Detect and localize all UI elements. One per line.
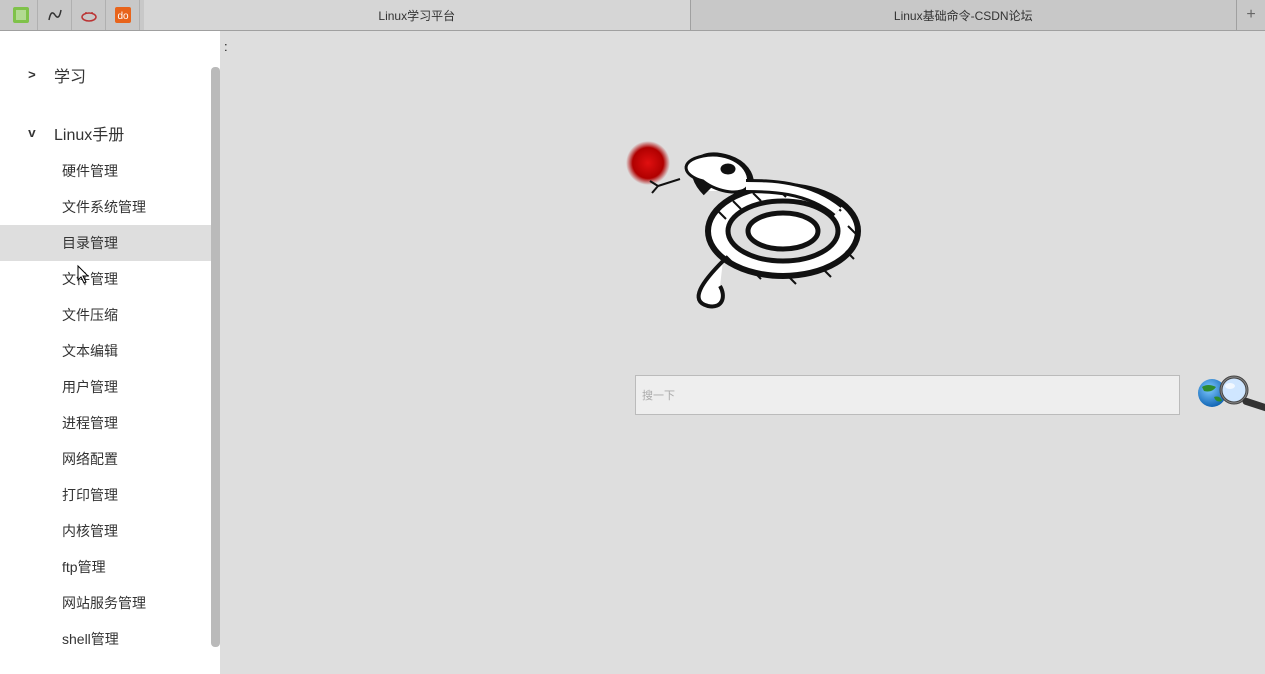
chevron-right-icon: >: [28, 68, 42, 83]
globe-magnifier-icon: [1194, 373, 1265, 413]
sidebar-header-study[interactable]: > 学习: [0, 55, 220, 95]
sidebar-item-label: 文件管理: [62, 271, 118, 287]
sidebar-item-network[interactable]: 网络配置: [0, 441, 220, 477]
sidebar-item-label: 文本编辑: [62, 343, 118, 359]
search-button[interactable]: [1192, 367, 1265, 419]
sidebar-section-linux-manual: v Linux手册 硬件管理 文件系统管理 目录管理 文件管理 文件压缩 文本编…: [0, 113, 220, 657]
sidebar-item-label: shell管理: [62, 631, 119, 647]
browser-tabstrip: do Linux学习平台 Linux基础命令-CSDN论坛 +: [0, 0, 1265, 31]
sidebar-item-label: ftp管理: [62, 559, 106, 575]
sidebar-section-label: 学习: [54, 63, 86, 87]
sidebar-item-label: 网络配置: [62, 451, 118, 467]
search-input[interactable]: [642, 388, 1173, 402]
sidebar-item-compress[interactable]: 文件压缩: [0, 297, 220, 333]
sidebar-item-label: 文件压缩: [62, 307, 118, 323]
main-content: :: [220, 31, 1265, 674]
chevron-down-icon: v: [28, 126, 42, 141]
sidebar-item-website[interactable]: 网站服务管理: [0, 585, 220, 621]
sidebar-item-label: 用户管理: [62, 379, 118, 395]
toolbar-icon-4[interactable]: do: [106, 0, 140, 30]
sidebar-item-label: 目录管理: [62, 235, 118, 251]
new-tab-button[interactable]: +: [1237, 0, 1265, 30]
toolbar-icon-1[interactable]: [4, 0, 38, 30]
sidebar-item-list: 硬件管理 文件系统管理 目录管理 文件管理 文件压缩 文本编辑 用户管理 进程管…: [0, 153, 220, 657]
sidebar-section-study: > 学习: [0, 55, 220, 95]
sidebar-item-label: 文件系统管理: [62, 199, 146, 215]
sidebar-item-shell[interactable]: shell管理: [0, 621, 220, 657]
toolbar-icon-3[interactable]: [72, 0, 106, 30]
tab-title: Linux学习平台: [378, 7, 455, 24]
sidebar-item-text-edit[interactable]: 文本编辑: [0, 333, 220, 369]
sidebar-item-user[interactable]: 用户管理: [0, 369, 220, 405]
sidebar-item-label: 网站服务管理: [62, 595, 146, 611]
plus-icon: +: [1246, 6, 1255, 24]
sidebar-item-label: 内核管理: [62, 523, 118, 539]
sidebar-item-label: 打印管理: [62, 487, 118, 503]
sidebar-item-label: 硬件管理: [62, 163, 118, 179]
sidebar-item-label: 进程管理: [62, 415, 118, 431]
sidebar-item-filesystem[interactable]: 文件系统管理: [0, 189, 220, 225]
sidebar-item-kernel[interactable]: 内核管理: [0, 513, 220, 549]
sidebar-item-process[interactable]: 进程管理: [0, 405, 220, 441]
search-box[interactable]: [635, 375, 1180, 415]
tab-title: Linux基础命令-CSDN论坛: [894, 7, 1033, 24]
toolbar-icon-group: do: [0, 0, 144, 30]
tab-list: Linux学习平台 Linux基础命令-CSDN论坛: [144, 0, 1237, 30]
sidebar-item-print[interactable]: 打印管理: [0, 477, 220, 513]
browser-tab-1[interactable]: Linux基础命令-CSDN论坛: [691, 0, 1238, 30]
app-body: > 学习 v Linux手册 硬件管理 文件系统管理 目录管理 文件管理 文件压…: [0, 31, 1265, 674]
sidebar-header-linux-manual[interactable]: v Linux手册: [0, 113, 220, 153]
svg-text:do: do: [117, 11, 129, 22]
sidebar-item-hardware[interactable]: 硬件管理: [0, 153, 220, 189]
hero-snake-logo: [608, 131, 898, 321]
corner-text: :: [224, 39, 228, 54]
sidebar-item-directory[interactable]: 目录管理: [0, 225, 220, 261]
sidebar-section-label: Linux手册: [54, 121, 124, 145]
sidebar-item-file[interactable]: 文件管理: [0, 261, 220, 297]
sidebar: > 学习 v Linux手册 硬件管理 文件系统管理 目录管理 文件管理 文件压…: [0, 31, 220, 674]
browser-tab-0[interactable]: Linux学习平台: [144, 0, 691, 30]
toolbar-icon-2[interactable]: [38, 0, 72, 30]
sidebar-item-ftp[interactable]: ftp管理: [0, 549, 220, 585]
sidebar-scrollbar[interactable]: [211, 67, 220, 647]
